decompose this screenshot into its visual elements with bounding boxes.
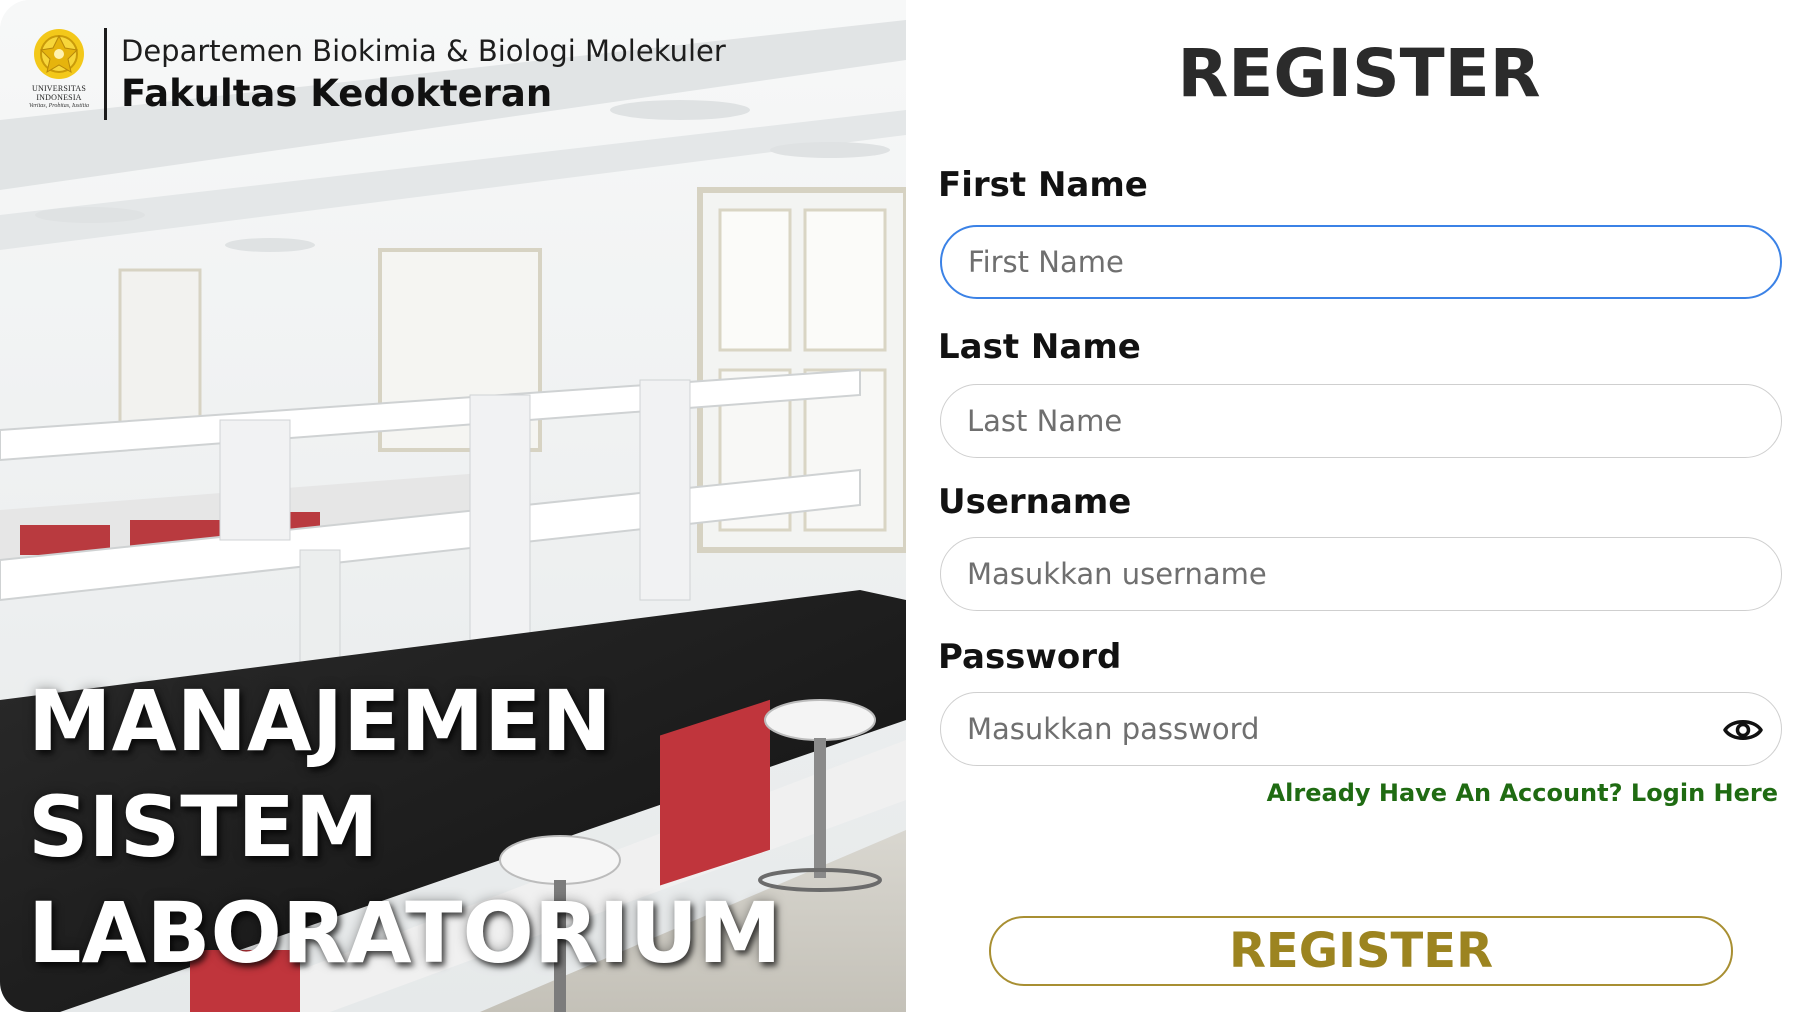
- username-label: Username: [938, 482, 1132, 522]
- register-page: UNIVERSITAS INDONESIA Veritas, Probitas,…: [0, 0, 1812, 1012]
- hero-title: MANAJEMEN SISTEM LABORATORIUM: [28, 668, 782, 986]
- last-name-input[interactable]: [941, 385, 1781, 457]
- login-link[interactable]: Already Have An Account? Login Here: [1267, 776, 1778, 810]
- username-field-wrapper: [940, 537, 1782, 611]
- form-title: REGISTER: [1177, 35, 1541, 112]
- last-name-field-wrapper: [940, 384, 1782, 458]
- password-input[interactable]: [941, 693, 1781, 765]
- brand-header: UNIVERSITAS INDONESIA Veritas, Probitas,…: [28, 26, 726, 122]
- first-name-input[interactable]: [942, 227, 1780, 297]
- password-field-wrapper: [940, 692, 1782, 766]
- logo-text: UNIVERSITAS INDONESIA: [31, 84, 86, 102]
- hero-title-line: LABORATORIUM: [28, 884, 782, 982]
- first-name-label: First Name: [938, 165, 1148, 205]
- brand-lines: Departemen Biokimia & Biologi Molekuler …: [121, 31, 726, 117]
- university-logo: UNIVERSITAS INDONESIA Veritas, Probitas,…: [28, 26, 90, 122]
- username-input[interactable]: [941, 538, 1781, 610]
- password-label: Password: [938, 637, 1122, 677]
- last-name-label: Last Name: [938, 327, 1141, 367]
- hero-title-line: SISTEM: [28, 778, 379, 876]
- first-name-field-wrapper: [940, 225, 1782, 299]
- logo-motto: Veritas, Probitas, Iustitia: [28, 103, 90, 109]
- register-form: REGISTER First Name Last Name Username P…: [906, 0, 1812, 1012]
- register-button[interactable]: REGISTER: [989, 916, 1733, 986]
- makara-emblem-icon: [34, 29, 84, 79]
- hero-panel: UNIVERSITAS INDONESIA Veritas, Probitas,…: [0, 0, 906, 1012]
- hero-title-line: MANAJEMEN: [28, 672, 612, 770]
- eye-icon[interactable]: [1721, 710, 1765, 750]
- brand-divider: [104, 28, 107, 120]
- department-name: Departemen Biokimia & Biologi Molekuler: [121, 34, 726, 68]
- faculty-name: Fakultas Kedokteran: [121, 72, 553, 115]
